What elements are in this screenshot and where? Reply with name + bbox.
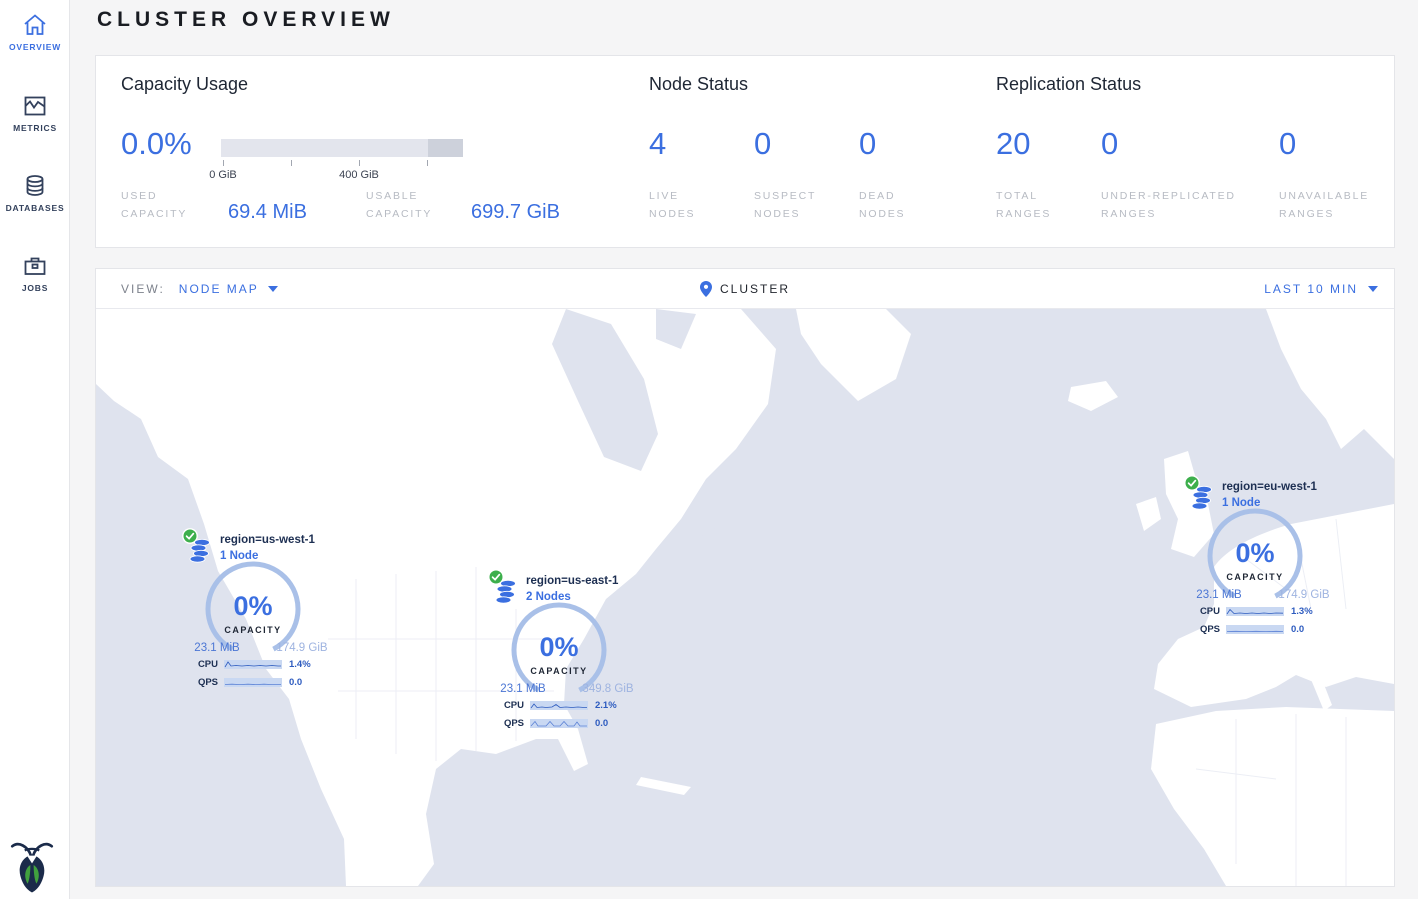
node-used-capacity: 23.1 MiB (484, 683, 562, 695)
node-total-capacity: 174.9 GiB (1265, 589, 1343, 601)
qps-value: 0.0 (595, 718, 608, 729)
dead-nodes-label: DEAD NODES (859, 187, 929, 224)
map-pin-icon (700, 281, 712, 297)
unavailable-ranges-value: 0 (1279, 128, 1296, 159)
dead-nodes-value: 0 (859, 128, 876, 159)
capacity-word: CAPACITY (201, 625, 305, 635)
node-marker-eu-west-1[interactable]: region=eu-west-1 1 Node 0% CAPACITY 23.1… (1184, 475, 1344, 640)
used-capacity-label: USED CAPACITY (121, 187, 206, 224)
cpu-label: CPU (488, 700, 524, 711)
qps-label: QPS (1184, 624, 1220, 635)
time-range-value: LAST 10 MIN (1264, 282, 1358, 296)
qps-value: 0.0 (289, 677, 302, 688)
node-total-capacity: 349.8 GiB (569, 683, 647, 695)
node-region-label: region=us-west-1 (220, 534, 315, 546)
qps-value: 0.0 (1291, 624, 1304, 635)
cpu-value: 1.4% (289, 659, 311, 670)
sidebar-item-label: OVERVIEW (0, 42, 70, 52)
capacity-bar (221, 139, 463, 157)
under-replicated-ranges-label: UNDER-REPLICATED RANGES (1101, 187, 1261, 224)
cpu-sparkline (224, 660, 282, 669)
qps-label: QPS (182, 677, 218, 688)
sidebar-item-metrics[interactable]: METRICS (0, 93, 70, 133)
capacity-axis-label: 400 GiB (329, 169, 389, 181)
sidebar-item-overview[interactable]: OVERVIEW (0, 12, 70, 52)
database-icon (22, 173, 48, 199)
qps-sparkline (224, 678, 282, 687)
page-title: CLUSTER OVERVIEW (97, 8, 395, 32)
capacity-axis-tick (359, 160, 360, 166)
sidebar-item-label: METRICS (0, 123, 70, 133)
sidebar: OVERVIEW METRICS DATABASES JOBS (0, 0, 70, 899)
capacity-used-percent: 0.0% (121, 128, 192, 159)
node-region-label: region=us-east-1 (526, 575, 618, 587)
sidebar-item-label: JOBS (0, 283, 70, 293)
capacity-percent: 0% (1203, 538, 1307, 569)
cpu-value: 2.1% (595, 700, 617, 711)
metrics-icon (22, 93, 48, 119)
node-marker-us-east-1[interactable]: region=us-east-1 2 Nodes 0% CAPACITY 23.… (488, 569, 648, 734)
node-used-capacity: 23.1 MiB (178, 642, 256, 654)
node-total-capacity: 174.9 GiB (263, 642, 341, 654)
cluster-breadcrumb[interactable]: CLUSTER (700, 269, 790, 309)
node-status-title: Node Status (649, 74, 748, 95)
capacity-word: CAPACITY (507, 666, 611, 676)
capacity-percent: 0% (507, 632, 611, 663)
node-used-capacity: 23.1 MiB (1180, 589, 1258, 601)
breadcrumb-label: CLUSTER (720, 282, 790, 296)
chevron-down-icon (1368, 286, 1378, 292)
chevron-down-icon (268, 286, 278, 292)
map-toolbar: VIEW: NODE MAP CLUSTER LAST 10 MIN (96, 269, 1394, 309)
unavailable-ranges-label: UNAVAILABLE RANGES (1279, 187, 1389, 224)
cpu-label: CPU (182, 659, 218, 670)
view-label: VIEW: (121, 282, 165, 296)
capacity-usage-title: Capacity Usage (121, 74, 248, 95)
time-range-dropdown[interactable]: LAST 10 MIN (1264, 269, 1378, 309)
used-capacity-value: 69.4 MiB (228, 201, 307, 224)
capacity-axis-tick (291, 160, 292, 166)
cockroachdb-logo (10, 839, 54, 893)
view-dropdown[interactable]: NODE MAP (179, 282, 278, 296)
capacity-axis-label: 0 GiB (193, 169, 253, 181)
world-map: region=us-west-1 1 Node 0% CAPACITY 23.1… (96, 309, 1394, 886)
sidebar-item-label: DATABASES (0, 203, 70, 213)
briefcase-icon (22, 253, 48, 279)
usable-capacity-value: 699.7 GiB (471, 201, 560, 224)
cpu-sparkline (1226, 607, 1284, 616)
sidebar-item-databases[interactable]: DATABASES (0, 173, 70, 213)
sidebar-item-jobs[interactable]: JOBS (0, 253, 70, 293)
qps-label: QPS (488, 718, 524, 729)
cpu-label: CPU (1184, 606, 1220, 617)
live-nodes-value: 4 (649, 128, 666, 159)
usable-capacity-label: USABLE CAPACITY (366, 187, 461, 224)
capacity-bar-segment (428, 139, 463, 157)
cpu-sparkline (530, 701, 588, 710)
qps-sparkline (1226, 625, 1284, 634)
total-ranges-value: 20 (996, 128, 1030, 159)
live-nodes-label: LIVE NODES (649, 187, 719, 224)
capacity-percent: 0% (201, 591, 305, 622)
under-replicated-ranges-value: 0 (1101, 128, 1118, 159)
capacity-axis-tick (223, 160, 224, 166)
capacity-axis-tick (427, 160, 428, 166)
suspect-nodes-value: 0 (754, 128, 771, 159)
node-map-panel: VIEW: NODE MAP CLUSTER LAST 10 MIN (95, 268, 1395, 887)
cpu-value: 1.3% (1291, 606, 1313, 617)
cluster-summary-panel: Capacity Usage 0.0% 0 GiB 400 GiB USED C… (95, 55, 1395, 248)
qps-sparkline (530, 719, 588, 728)
replication-status-title: Replication Status (996, 74, 1141, 95)
node-region-label: region=eu-west-1 (1222, 481, 1317, 493)
node-marker-us-west-1[interactable]: region=us-west-1 1 Node 0% CAPACITY 23.1… (182, 528, 342, 693)
capacity-word: CAPACITY (1203, 572, 1307, 582)
suspect-nodes-label: SUSPECT NODES (754, 187, 834, 224)
home-icon (22, 12, 48, 38)
view-dropdown-value: NODE MAP (179, 282, 259, 296)
total-ranges-label: TOTAL RANGES (996, 187, 1071, 224)
